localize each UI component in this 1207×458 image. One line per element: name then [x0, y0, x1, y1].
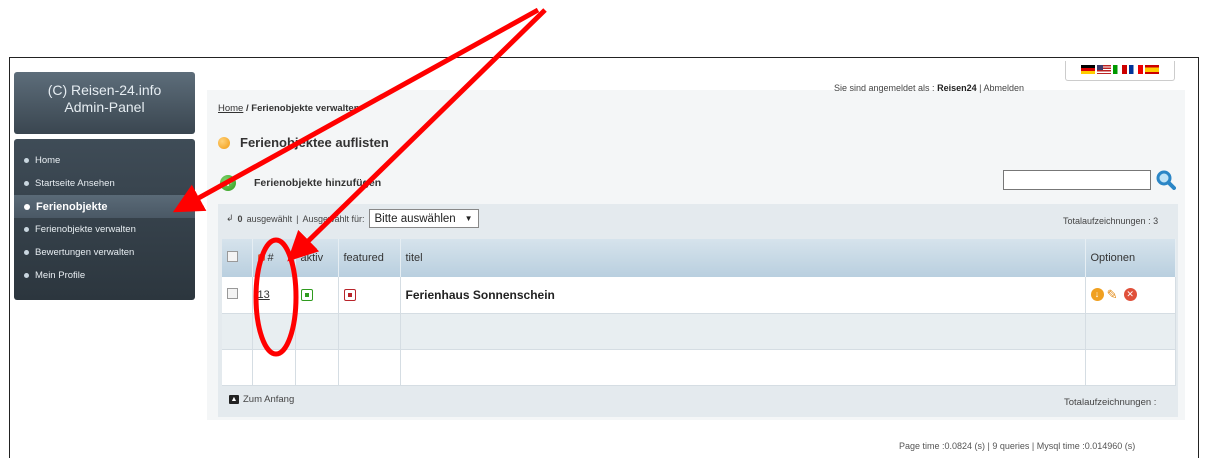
bulk-action-select[interactable]: Bitte auswählen ▼ — [368, 209, 479, 228]
table-row — [222, 349, 1176, 386]
row-options-cell: ↓ ✎ ✕ — [1085, 277, 1176, 314]
search-icon[interactable] — [1156, 170, 1176, 190]
breadcrumb-home-link[interactable]: Home — [218, 103, 243, 114]
dropdown-arrow-icon: ▼ — [464, 214, 473, 223]
page-time-info: Page time :0.0824 (s) | 9 queries | Mysq… — [899, 441, 1136, 451]
sidebar-item-ferienobjekte[interactable]: Ferienobjekte — [14, 195, 195, 218]
edit-pencil-icon[interactable]: ✎ — [1107, 287, 1121, 302]
login-separator: | — [979, 83, 982, 93]
column-id-label: # — [267, 252, 274, 264]
language-flags — [1065, 61, 1175, 81]
username: Reisen24 — [937, 83, 977, 93]
bullet-icon — [24, 227, 29, 232]
select-all-checkbox[interactable] — [227, 251, 238, 262]
header-titel[interactable]: titel — [400, 239, 1086, 277]
sidebar-item-ferienobjekte-verwalten[interactable]: Ferienobjekte verwalten — [14, 218, 195, 241]
sidebar-item-label: Mein Profile — [35, 270, 86, 281]
brand-line-2: Admin-Panel — [64, 99, 145, 115]
add-object-label: Ferienobjekte hinzufügen — [254, 177, 382, 189]
sidebar-item-label: Startseite Ansehen — [35, 178, 115, 189]
header-featured[interactable]: featured — [338, 239, 401, 277]
row-id-cell: 13 — [252, 277, 296, 314]
flag-fr-icon[interactable] — [1129, 65, 1143, 74]
breadcrumb-separator: / — [245, 103, 249, 114]
total-records-top: Totalaufzeichnungen : 3 — [1063, 216, 1159, 226]
row-checkbox[interactable] — [227, 287, 238, 299]
login-prefix: Sie sind angemeldet als : — [834, 83, 935, 93]
up-arrow-icon: ▲ — [229, 395, 239, 404]
delete-icon[interactable]: ✕ — [1123, 288, 1137, 302]
sidebar-item-label: Home — [35, 155, 61, 166]
logout-link[interactable]: Abmelden — [983, 83, 1024, 93]
bulk-action-select-value: Bitte auswählen — [374, 212, 456, 225]
flag-it-icon[interactable] — [1113, 65, 1127, 74]
search-input[interactable] — [1003, 170, 1151, 190]
sidebar-menu: Home Startseite Ansehen Ferienobjekte Fe… — [14, 139, 195, 300]
sort-icon[interactable] — [257, 254, 265, 261]
page-title: Ferienobjektee auflisten — [240, 135, 389, 150]
back-to-top-link[interactable]: ▲ Zum Anfang — [229, 394, 294, 405]
bullet-icon — [24, 250, 29, 255]
breadcrumb-current: Ferienobjekte verwalten — [251, 103, 360, 114]
header-select-all[interactable] — [222, 239, 253, 277]
row-aktiv-cell — [295, 277, 339, 314]
brand-line-1: (C) Reisen-24.info — [47, 82, 162, 98]
bulk-action-bar: ↲ 0 ausgewählt | Ausgewählt für: Bitte a… — [226, 209, 479, 228]
add-icon: + — [220, 175, 236, 191]
active-toggle-icon[interactable] — [300, 289, 313, 302]
row-select-cell — [222, 277, 253, 314]
orange-orb-icon — [218, 136, 230, 149]
brand-box: (C) Reisen-24.info Admin-Panel — [14, 72, 195, 134]
table-row — [222, 313, 1176, 350]
selected-text: ausgewählt — [246, 213, 293, 224]
selected-for-label: Ausgewählt für: — [302, 213, 365, 224]
total-records-bottom: Totalaufzeichnungen : — [1064, 397, 1157, 408]
add-object-button[interactable]: + Ferienobjekte hinzufügen — [220, 175, 381, 191]
header-options: Optionen — [1085, 239, 1176, 277]
sidebar-item-bewertungen[interactable]: Bewertungen verwalten — [14, 241, 195, 264]
objects-table: # aktiv featured titel Optionen 13 Ferie… — [222, 239, 1176, 386]
download-icon[interactable]: ↓ — [1090, 288, 1104, 302]
flag-es-icon[interactable] — [1145, 65, 1159, 74]
return-arrow-icon: ↲ — [226, 213, 234, 223]
flag-de-icon[interactable] — [1081, 65, 1095, 74]
row-titel-cell: Ferienhaus Sonnenschein — [400, 277, 1086, 314]
sidebar-item-startseite[interactable]: Startseite Ansehen — [14, 172, 195, 195]
featured-toggle-icon[interactable] — [343, 289, 356, 302]
breadcrumb: Home / Ferienobjekte verwalten — [218, 103, 360, 114]
flag-us-icon[interactable] — [1097, 65, 1111, 74]
table-row: 13 Ferienhaus Sonnenschein ↓ ✎ ✕ — [222, 277, 1176, 314]
header-id[interactable]: # — [252, 239, 296, 277]
bullet-icon — [24, 181, 29, 186]
list-heading: Ferienobjektee auflisten — [218, 135, 389, 150]
row-id-link[interactable]: 13 — [258, 289, 270, 301]
back-to-top-label: Zum Anfang — [243, 394, 295, 405]
sidebar-item-label: Ferienobjekte — [36, 200, 108, 213]
table-header-row: # aktiv featured titel Optionen — [222, 239, 1176, 277]
login-status: Sie sind angemeldet als : Reisen24 | Abm… — [834, 83, 1024, 93]
bullet-icon — [24, 273, 29, 278]
sidebar-item-profile[interactable]: Mein Profile — [14, 264, 195, 287]
sidebar-item-home[interactable]: Home — [14, 149, 195, 172]
header-aktiv[interactable]: aktiv — [295, 239, 339, 277]
bullet-icon — [24, 158, 29, 163]
row-featured-cell — [338, 277, 401, 314]
screenshot-stage: (C) Reisen-24.info Admin-Panel Home Star… — [0, 0, 1207, 458]
sidebar-item-label: Bewertungen verwalten — [35, 247, 135, 258]
bullet-icon — [24, 203, 30, 210]
action-separator: | — [296, 213, 299, 224]
sidebar-item-label: Ferienobjekte verwalten — [35, 224, 136, 235]
selected-count: 0 — [237, 213, 243, 224]
